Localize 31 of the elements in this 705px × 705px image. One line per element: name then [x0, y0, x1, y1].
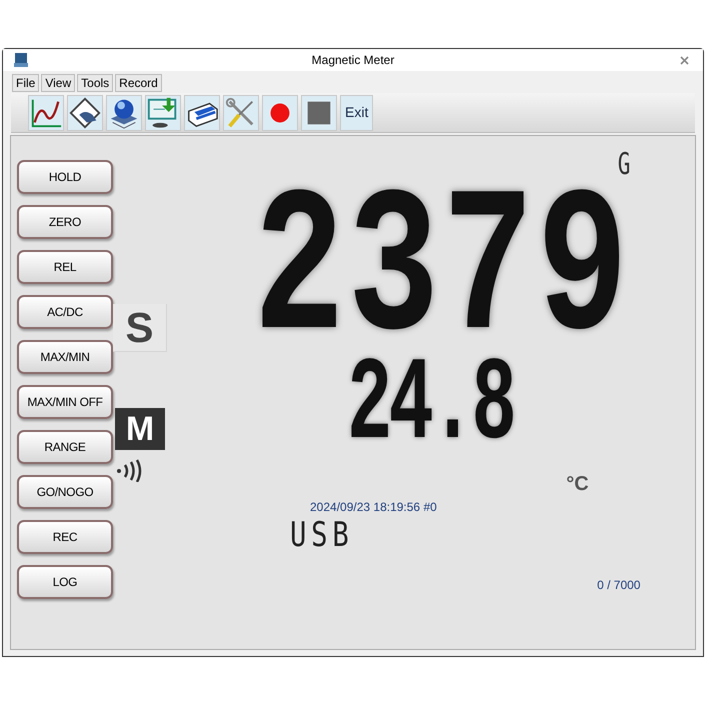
- menu-item[interactable]: Tools: [77, 74, 114, 92]
- window-title: Magnetic Meter: [312, 52, 394, 69]
- device-button[interactable]: [184, 94, 220, 130]
- temperature-unit: °C: [566, 474, 589, 494]
- menu-item[interactable]: Record: [115, 74, 162, 92]
- function-button[interactable]: REL: [17, 250, 113, 284]
- timestamp: 2024/09/23 18:19:56 #0: [310, 499, 438, 516]
- function-button[interactable]: REC: [17, 520, 113, 554]
- menu-item[interactable]: View: [41, 74, 76, 92]
- function-button[interactable]: HOLD: [17, 160, 113, 194]
- close-icon[interactable]: [680, 56, 689, 64]
- connection-label: USB: [290, 518, 355, 552]
- monitor-arrow-button[interactable]: [145, 94, 181, 130]
- record-counter: 0 / 7000: [597, 577, 640, 594]
- function-button[interactable]: GO/NOGO: [17, 475, 113, 509]
- function-button[interactable]: ZERO: [17, 205, 113, 239]
- globe-button[interactable]: [106, 94, 142, 130]
- function-button[interactable]: AC/DC: [17, 295, 113, 329]
- temperature-reading: 24.8: [347, 348, 513, 466]
- exit-button[interactable]: Exit: [340, 94, 374, 130]
- s-indicator: S: [113, 304, 167, 352]
- record-button[interactable]: [262, 94, 298, 130]
- m-indicator: M: [115, 408, 165, 450]
- function-button[interactable]: RANGE: [17, 430, 113, 464]
- function-button[interactable]: LOG: [17, 565, 113, 599]
- function-button[interactable]: MAX/MIN OFF: [17, 385, 113, 419]
- app-icon: [13, 52, 29, 68]
- function-button[interactable]: MAX/MIN: [17, 340, 113, 374]
- stop-button[interactable]: [301, 94, 337, 130]
- menu-item[interactable]: File: [12, 74, 40, 92]
- chart-button[interactable]: [28, 94, 64, 130]
